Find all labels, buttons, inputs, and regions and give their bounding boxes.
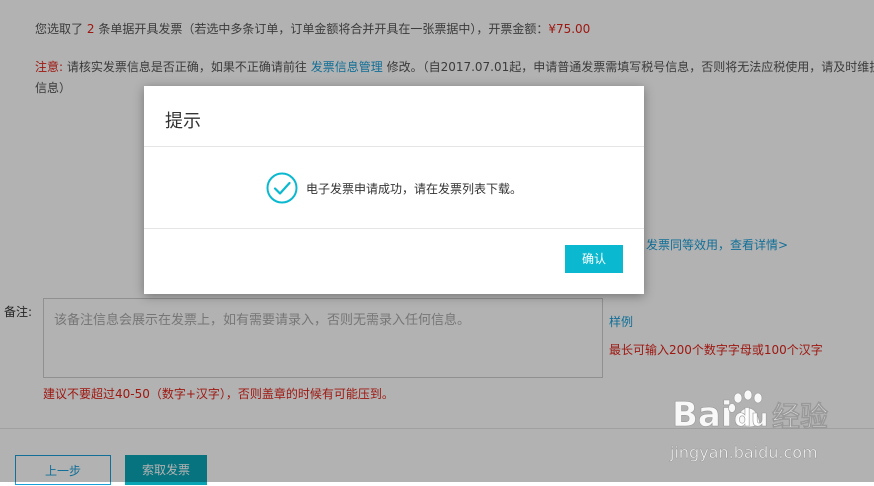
dialog-message: 电子发票申请成功，请在发票列表下载。: [306, 181, 523, 196]
dialog-divider-bottom: [144, 228, 644, 229]
svg-text:经验: 经验: [772, 400, 828, 433]
success-dialog: 提示 电子发票申请成功，请在发票列表下载。 确认: [144, 86, 644, 294]
svg-text:Bai: Bai: [672, 395, 733, 435]
svg-text:jingyan.baidu.com: jingyan.baidu.com: [669, 443, 818, 462]
dialog-divider-top: [144, 146, 644, 147]
dialog-message-row: 电子发票申请成功，请在发票列表下载。: [266, 172, 522, 204]
baidu-jingyan-watermark: Bai du 经验 jingyan.baidu.com: [669, 389, 828, 462]
svg-text:du: du: [734, 404, 768, 432]
dialog-title: 提示: [165, 111, 201, 132]
confirm-button[interactable]: 确认: [565, 245, 623, 273]
check-circle-icon: [266, 172, 298, 204]
